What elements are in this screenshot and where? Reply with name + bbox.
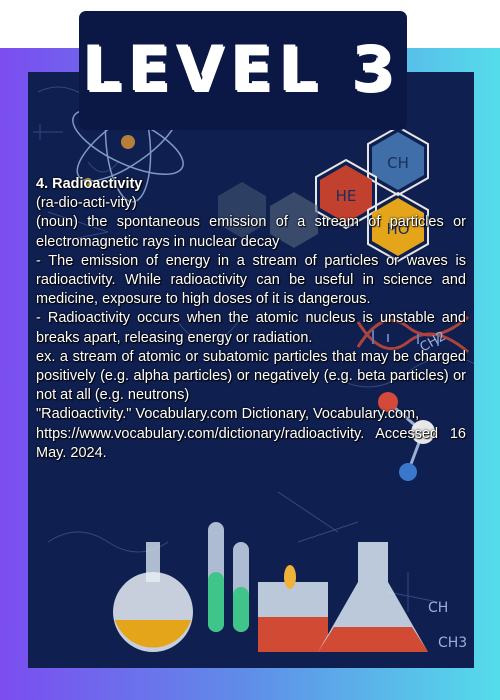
vocabulary-entry: 4. Radioactivity (ra-dio-acti-vity) (nou… [36, 175, 466, 463]
entry-explanation-2: - Radioactivity occurs when the atomic n… [36, 310, 466, 346]
entry-explanation-1: - The emission of energy in a stream of … [36, 252, 466, 308]
entry-heading: 4. Radioactivity [36, 176, 143, 192]
entry-definition: (noun) the spontaneous emission of a str… [36, 214, 466, 250]
formula-label-ch: CH [428, 600, 448, 616]
formula-label-ch3: CH3 [438, 635, 467, 651]
lab-glassware-icon [113, 522, 428, 652]
entry-citation-url: https://www.vocabulary.com/dictionary/ra… [36, 425, 466, 461]
hex-label-ch: CH [387, 154, 409, 172]
entry-citation: "Radioactivity." Vocabulary.com Dictiona… [36, 406, 420, 423]
title-banner: LEVEL 3 [82, 14, 404, 127]
entry-example: ex. a stream of atomic or subatomic part… [36, 348, 466, 404]
page-title: LEVEL 3 [83, 33, 403, 108]
entry-pronunciation: (ra-dio-acti-vity) [36, 195, 137, 212]
